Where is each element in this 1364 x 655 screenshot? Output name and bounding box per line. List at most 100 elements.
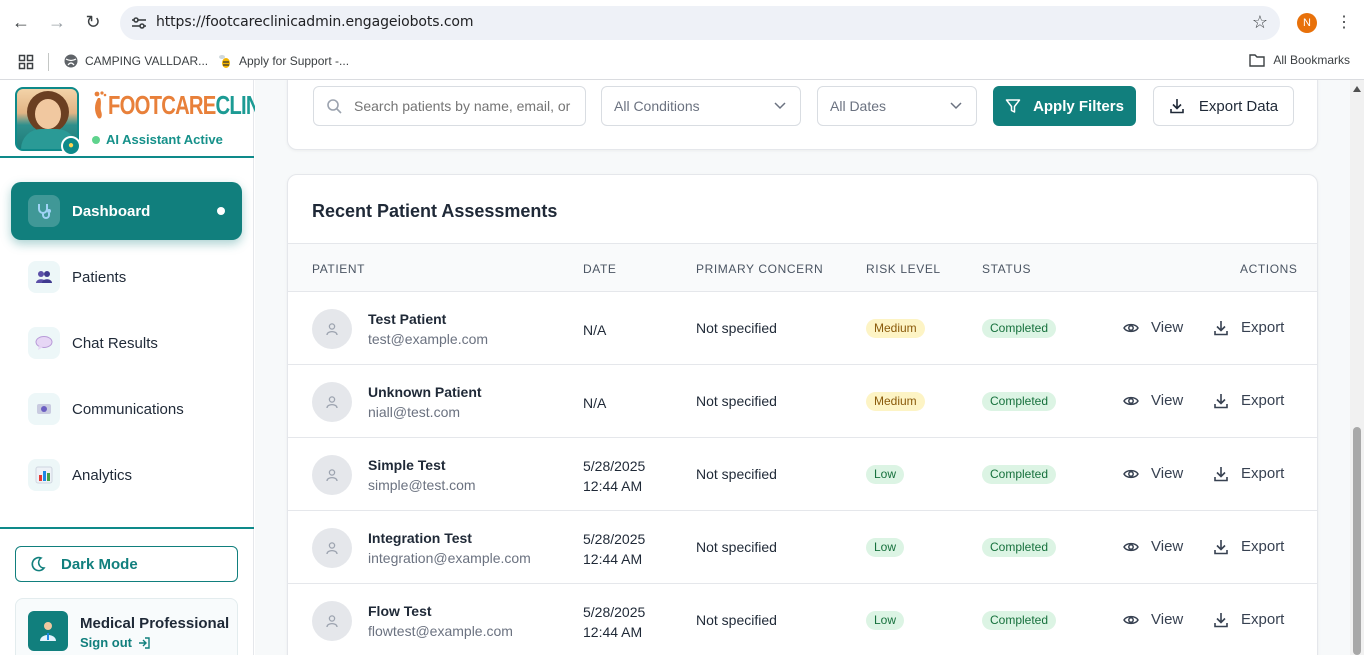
brand-header: ● FOOTCARECLINIC AI Assistant Active bbox=[0, 80, 279, 158]
patient-name: Integration Test bbox=[368, 530, 472, 546]
view-button[interactable]: View bbox=[1123, 538, 1183, 555]
people-icon bbox=[28, 261, 60, 293]
address-bar[interactable]: https://footcareclinicadmin.engageiobots… bbox=[120, 6, 1280, 40]
patient-avatar-icon bbox=[312, 455, 352, 495]
profile-avatar[interactable]: N bbox=[1297, 13, 1317, 33]
sign-out-link[interactable]: Sign out bbox=[80, 635, 150, 650]
chevron-down-icon bbox=[774, 102, 786, 110]
sidebar-divider bbox=[0, 527, 254, 529]
bookmark-star-icon[interactable]: ☆ bbox=[1252, 12, 1268, 33]
bar-chart-icon bbox=[28, 459, 60, 491]
dark-mode-toggle[interactable]: Dark Mode bbox=[15, 546, 238, 582]
browser-menu-icon[interactable]: ⋮ bbox=[1336, 12, 1352, 32]
status-badge: Completed bbox=[982, 392, 1057, 411]
export-row-button[interactable]: Export bbox=[1213, 611, 1284, 628]
assessment-date-time: 12:44 AM bbox=[583, 624, 643, 640]
assessment-date-time: 12:44 AM bbox=[583, 551, 643, 567]
apps-grid-icon[interactable] bbox=[18, 54, 34, 70]
export-label: Export bbox=[1241, 392, 1285, 409]
site-settings-icon[interactable] bbox=[130, 14, 148, 32]
back-arrow-icon[interactable]: ← bbox=[10, 11, 32, 33]
primary-concern: Not specified bbox=[696, 539, 777, 555]
sidebar-item-patients[interactable]: Patients bbox=[11, 248, 242, 306]
download-icon bbox=[1213, 612, 1229, 628]
download-icon bbox=[1213, 320, 1229, 336]
speech-bubble-icon bbox=[28, 327, 60, 359]
risk-badge: Low bbox=[866, 611, 905, 630]
sidebar-item-communications[interactable]: Communications bbox=[11, 380, 242, 438]
assessment-date-time: 12:44 AM bbox=[583, 478, 643, 494]
assessment-date-day: 5/28/2025 bbox=[583, 531, 646, 547]
sidebar-item-chat-results[interactable]: Chat Results bbox=[11, 314, 242, 372]
bookmark-label: Apply for Support -... bbox=[239, 54, 350, 68]
bookmark-camping[interactable]: CAMPING VALLDAR... bbox=[63, 53, 208, 69]
sidebar-item-analytics[interactable]: Analytics bbox=[11, 446, 242, 504]
envelope-icon bbox=[28, 393, 60, 425]
column-header-patient: PATIENT bbox=[312, 262, 366, 276]
patient-avatar-icon bbox=[312, 528, 352, 568]
patient-name: Simple Test bbox=[368, 457, 446, 473]
sign-out-icon bbox=[139, 636, 150, 649]
patient-name: Unknown Patient bbox=[368, 384, 482, 400]
sidebar-item-label: Chat Results bbox=[72, 334, 158, 352]
url-text: https://footcareclinicadmin.engageiobots… bbox=[156, 14, 474, 30]
export-row-button[interactable]: Export bbox=[1213, 465, 1284, 482]
user-avatar bbox=[28, 611, 68, 651]
search-input[interactable] bbox=[354, 98, 574, 114]
bee-icon bbox=[219, 55, 230, 68]
eye-icon bbox=[1123, 466, 1139, 482]
status-badge: Completed bbox=[982, 319, 1057, 338]
view-button[interactable]: View bbox=[1123, 611, 1183, 628]
conditions-select[interactable]: All Conditions bbox=[601, 86, 801, 126]
view-button[interactable]: View bbox=[1123, 465, 1183, 482]
eye-icon bbox=[1123, 393, 1139, 409]
active-indicator bbox=[217, 207, 225, 215]
table-header: PATIENT DATE PRIMARY CONCERN RISK LEVEL … bbox=[288, 243, 1317, 292]
search-box[interactable] bbox=[313, 86, 586, 126]
chevron-down-icon bbox=[950, 102, 962, 110]
sidebar: ● FOOTCARECLINIC AI Assistant Active Das… bbox=[0, 80, 279, 655]
scroll-thumb[interactable] bbox=[1353, 427, 1361, 655]
export-row-button[interactable]: Export bbox=[1213, 538, 1284, 555]
forward-arrow-icon[interactable]: → bbox=[46, 11, 68, 33]
download-icon bbox=[1170, 99, 1184, 114]
scroll-up-arrow-icon[interactable] bbox=[1353, 86, 1361, 92]
export-row-button[interactable]: Export bbox=[1213, 319, 1284, 336]
export-data-button[interactable]: Export Data bbox=[1153, 86, 1294, 126]
status-dot bbox=[92, 135, 100, 144]
assessment-date-day: N/A bbox=[583, 395, 607, 411]
user-name: Medical Professional bbox=[80, 615, 230, 632]
status-badge: Completed bbox=[982, 611, 1057, 630]
dates-value: All Dates bbox=[830, 98, 887, 114]
dates-select[interactable]: All Dates bbox=[817, 86, 977, 126]
ai-status: AI Assistant Active bbox=[92, 132, 223, 147]
page-scrollbar[interactable] bbox=[1350, 80, 1364, 655]
column-header-date: DATE bbox=[583, 262, 617, 276]
status-badge: Completed bbox=[982, 465, 1057, 484]
export-row-button[interactable]: Export bbox=[1213, 392, 1284, 409]
table-row: Flow Test flowtest@example.com 5/28/2025 12… bbox=[288, 584, 1317, 655]
download-icon bbox=[1213, 393, 1229, 409]
main-content: All Conditions All Dates Apply Filters E… bbox=[255, 80, 1350, 655]
bookmark-apply-support[interactable]: Apply for Support -... bbox=[217, 53, 349, 69]
apply-filters-label: Apply Filters bbox=[1033, 97, 1124, 115]
eye-icon bbox=[1123, 539, 1139, 555]
assessment-date: N/A bbox=[583, 320, 606, 340]
reload-icon[interactable]: ↻ bbox=[82, 11, 104, 33]
all-bookmarks[interactable]: All Bookmarks bbox=[1249, 53, 1350, 67]
sidebar-item-label: Patients bbox=[72, 268, 127, 286]
view-button[interactable]: View bbox=[1123, 392, 1183, 409]
status-badge: Completed bbox=[982, 538, 1057, 557]
view-label: View bbox=[1151, 319, 1184, 336]
download-icon bbox=[1213, 466, 1229, 482]
apply-filters-button[interactable]: Apply Filters bbox=[993, 86, 1136, 126]
export-label: Export bbox=[1241, 319, 1285, 336]
patient-email: simple@test.com bbox=[368, 477, 476, 493]
sidebar-item-dashboard[interactable]: Dashboard bbox=[11, 182, 242, 240]
filter-bar: All Conditions All Dates Apply Filters E… bbox=[287, 80, 1318, 150]
patient-email: niall@test.com bbox=[368, 404, 461, 420]
footprint-icon bbox=[94, 91, 107, 119]
bookmarks-bar: CAMPING VALLDAR... Apply for Support -..… bbox=[0, 45, 1364, 80]
view-label: View bbox=[1151, 611, 1184, 628]
view-button[interactable]: View bbox=[1123, 319, 1183, 336]
